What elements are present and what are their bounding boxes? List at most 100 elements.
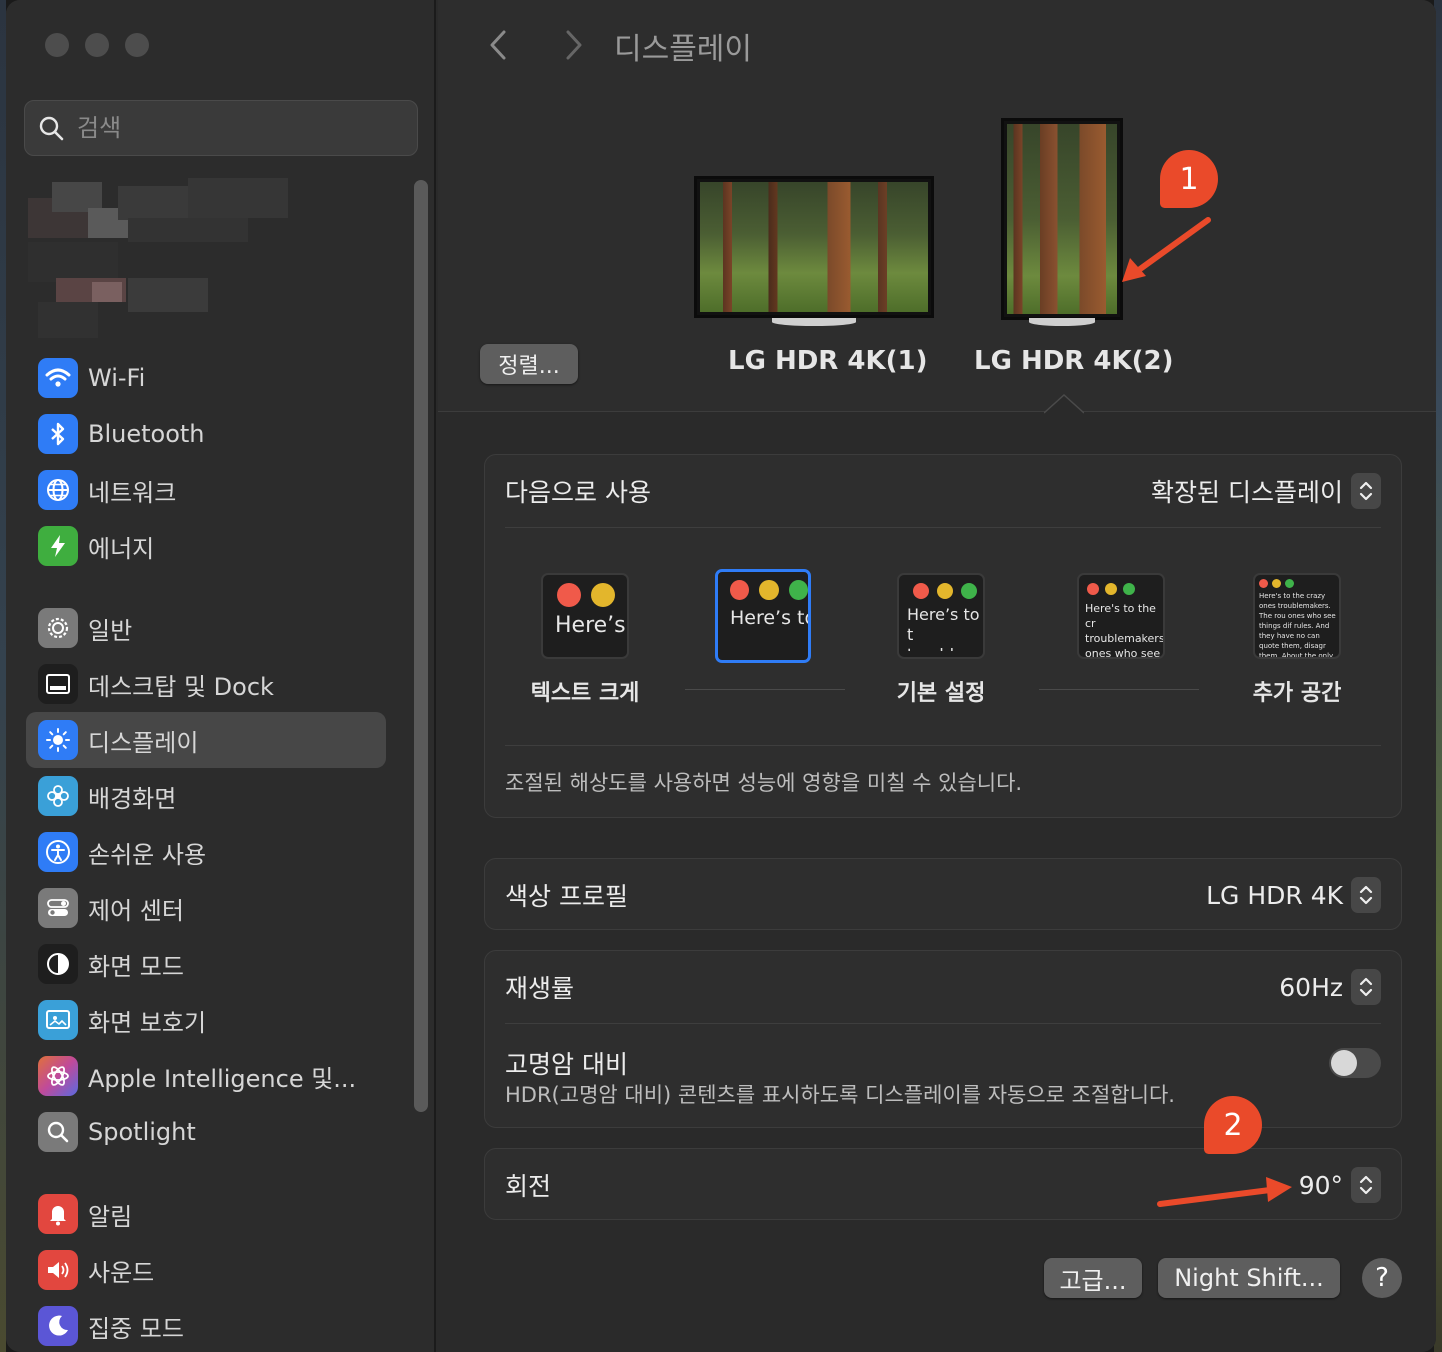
help-button[interactable]: ? [1362,1258,1402,1298]
search-icon [39,116,64,141]
resolution-slider-track-right [1039,689,1199,690]
main-pane: 디스플레이 정렬... LG HDR 4K(1) LG HDR 4K(2) 다음… [438,0,1436,1352]
sidebar-item-energy[interactable]: 에너지 [26,518,386,574]
switches-icon [38,888,78,928]
bell-icon [38,1194,78,1234]
resolution-option-default[interactable]: Here’s to t troublema ones who 기본 설정 [881,573,1001,707]
search-field[interactable] [24,100,418,156]
bolt-icon [38,526,78,566]
refresh-rate-label: 재생률 [505,974,575,1003]
sidebar-item-screensaver[interactable]: 화면 보호기 [26,992,386,1048]
sidebar-item-accessibility[interactable]: 손쉬운 사용 [26,824,386,880]
rotation-panel: 회전 90° [484,1148,1402,1220]
use-as-select[interactable]: 확장된 디스플레이 [1151,473,1381,509]
sidebar-item-control-center[interactable]: 제어 센터 [26,880,386,936]
rotation-select[interactable]: 90° [1299,1167,1381,1203]
screensaver-icon [38,1000,78,1040]
account-avatar-blurred[interactable] [28,178,288,338]
window-controls [45,33,149,57]
sidebar-item-appearance[interactable]: 화면 모드 [26,936,386,992]
color-profile-value: LG HDR 4K [1206,880,1343,910]
zoom-window-button[interactable] [125,33,149,57]
resolution-option-more-space[interactable]: Here's to the crazy ones troublemakers. … [1237,573,1357,707]
sidebar-item-label: Apple Intelligence 및... [88,1064,357,1093]
monitor-thumbnail-1[interactable] [694,176,934,326]
sidebar-item-notifications[interactable]: 알림 [26,1186,386,1242]
night-shift-button[interactable]: Night Shift... [1158,1258,1340,1298]
use-as-value: 확장된 디스플레이 [1151,478,1343,507]
refresh-rate-value: 60Hz [1279,972,1343,1002]
up-down-chevron-icon [1351,969,1381,1005]
sidebar-item-wifi[interactable]: Wi-Fi [26,350,386,406]
resolution-caption: 텍스트 크게 [530,681,640,706]
resolution-preview: Here's to the crazy ones troublemakers. … [1253,573,1341,659]
hdr-toggle[interactable] [1329,1048,1381,1078]
sidebar-item-label: 제어 센터 [88,896,184,925]
sidebar-item-network[interactable]: 네트워크 [26,462,386,518]
sidebar-item-label: 화면 보호기 [88,1008,207,1037]
sidebar-item-apple-intelligence[interactable]: Apple Intelligence 및... [26,1048,386,1104]
annotation-badge-2: 2 [1204,1096,1262,1154]
sidebar: Wi-Fi Bluetooth 네트워크 에너지 일반 데 [6,0,436,1352]
rotation-label: 회전 [505,1172,552,1201]
bluetooth-icon [38,414,78,454]
appearance-icon [38,944,78,984]
refresh-rate-select[interactable]: 60Hz [1279,969,1381,1005]
monitor-stand-2 [1029,318,1095,326]
sidebar-item-label: Spotlight [88,1118,196,1146]
monitor-thumbnail-2[interactable] [1001,118,1123,326]
magnifier-icon [38,1112,78,1152]
wifi-icon [38,358,78,398]
sidebar-item-label: 집중 모드 [88,1314,184,1343]
sidebar-item-label: 데스크탑 및 Dock [88,672,274,701]
resolution-caption: 추가 공간 [1252,681,1342,706]
color-profile-label: 색상 프로필 [505,882,628,911]
monitor-label-2[interactable]: LG HDR 4K(2) [974,346,1173,376]
sidebar-item-spotlight[interactable]: Spotlight [26,1104,386,1160]
up-down-chevron-icon [1351,473,1381,509]
moon-icon [38,1306,78,1346]
accessibility-icon [38,832,78,872]
sidebar-item-label: 디스플레이 [88,728,199,757]
sidebar-item-label: 손쉬운 사용 [88,840,207,869]
minimize-window-button[interactable] [85,33,109,57]
sidebar-item-label: 네트워크 [88,478,177,507]
sidebar-item-bluetooth[interactable]: Bluetooth [26,406,386,462]
sidebar-group-network: Wi-Fi Bluetooth 네트워크 에너지 [26,350,386,574]
monitor-wallpaper-1 [700,182,928,312]
arrange-button[interactable]: 정렬... [480,344,578,384]
resolution-preview: Here’s [541,573,629,659]
sidebar-item-label: 사운드 [88,1258,155,1287]
display-arrangement-area: 디스플레이 정렬... LG HDR 4K(1) LG HDR 4K(2) [438,0,1436,412]
sidebar-group-notifications: 알림 사운드 집중 모드 [26,1186,386,1352]
resolution-option-4[interactable]: Here's to the cr troublemakers. ones who… [1077,573,1167,659]
monitor-stand-1 [772,318,856,326]
monitor-label-1[interactable]: LG HDR 4K(1) [728,346,927,376]
sun-icon [38,720,78,760]
search-input[interactable] [77,114,377,142]
use-as-panel: 다음으로 사용 확장된 디스플레이 Here’s 텍스트 크게 Here’s t [484,454,1402,818]
sidebar-item-focus[interactable]: 집중 모드 [26,1298,386,1352]
resolution-option-larger-text[interactable]: Here’s 텍스트 크게 [525,573,645,707]
color-profile-select[interactable]: LG HDR 4K [1206,877,1381,913]
sidebar-item-general[interactable]: 일반 [26,600,386,656]
sidebar-item-desktop-dock[interactable]: 데스크탑 및 Dock [26,656,386,712]
back-chevron-icon[interactable] [482,26,516,64]
hdr-description: HDR(고명암 대비) 콘텐츠를 표시하도록 디스플레이를 자동으로 조절합니다… [505,1083,1175,1107]
sidebar-item-displays[interactable]: 디스플레이 [26,712,386,768]
use-as-label: 다음으로 사용 [505,478,651,507]
advanced-button[interactable]: 고급... [1044,1258,1142,1298]
selected-monitor-caret [1044,394,1084,414]
close-window-button[interactable] [45,33,69,57]
forward-chevron-icon[interactable] [556,26,590,64]
intelligence-icon [38,1056,78,1096]
sidebar-item-sound[interactable]: 사운드 [26,1242,386,1298]
dock-icon [38,664,78,704]
sidebar-scrollbar[interactable] [414,180,428,1112]
resolution-option-2-selected[interactable]: Here’s to troublem [715,569,811,663]
up-down-chevron-icon [1351,877,1381,913]
speaker-icon [38,1250,78,1290]
sidebar-item-wallpaper[interactable]: 배경화면 [26,768,386,824]
hdr-label: 고명암 대비 [505,1050,628,1079]
sidebar-group-system: 일반 데스크탑 및 Dock 디스플레이 배경화면 손쉬운 사용 제어 센터 화… [26,600,386,1160]
